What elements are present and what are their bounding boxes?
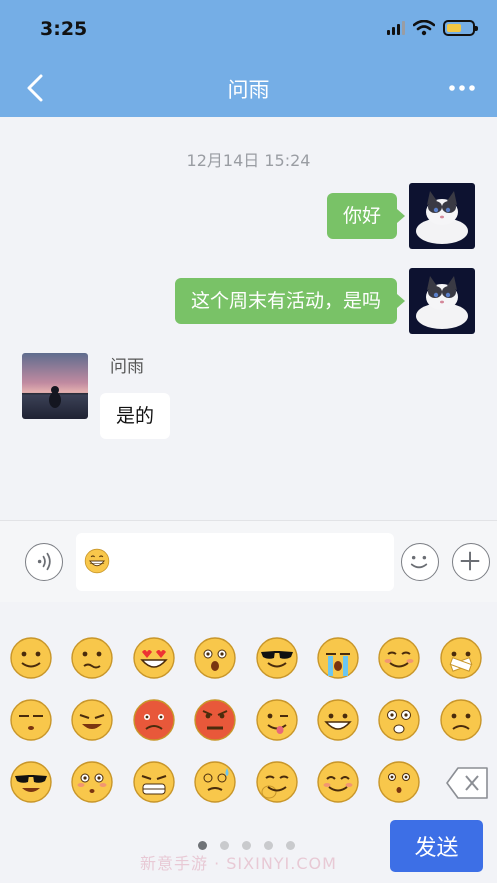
- chat-area[interactable]: 12月14日 15:24 你好 这个周末有活动，是吗 问雨 是的: [0, 117, 497, 520]
- embarrassed-emoji[interactable]: [70, 760, 114, 804]
- plus-button[interactable]: [452, 543, 490, 581]
- smile-emoji[interactable]: [9, 636, 53, 680]
- status-time: 3:25: [40, 18, 88, 40]
- contact-avatar[interactable]: [22, 353, 88, 419]
- sneaky-emoji[interactable]: [255, 760, 299, 804]
- cat-avatar-icon: [409, 268, 475, 334]
- sunglasses-evil-emoji[interactable]: [9, 760, 53, 804]
- page-dot[interactable]: [264, 841, 273, 850]
- signal-icon: [387, 21, 405, 35]
- shocked-emoji[interactable]: [377, 698, 421, 742]
- grinning-emoji: [84, 548, 110, 574]
- sealed-mouth-emoji[interactable]: [439, 636, 483, 680]
- message-timestamp: 12月14日 15:24: [186, 151, 311, 170]
- page-dot[interactable]: [242, 841, 251, 850]
- dizzy-sweat-emoji[interactable]: [193, 760, 237, 804]
- message-text: 你好: [342, 205, 381, 227]
- smart-emoji[interactable]: [377, 760, 421, 804]
- status-bar: 3:25: [0, 0, 497, 60]
- my-avatar[interactable]: [409, 183, 475, 249]
- page-dot[interactable]: [286, 841, 295, 850]
- heart-eyes-emoji[interactable]: [132, 636, 176, 680]
- battery-level: [447, 24, 462, 32]
- status-icons: [387, 20, 478, 36]
- input-bar: [0, 520, 497, 602]
- tongue-wink-emoji[interactable]: [255, 698, 299, 742]
- wronged-emoji[interactable]: [70, 636, 114, 680]
- sent-message-bubble[interactable]: 这个周末有活动，是吗: [174, 278, 406, 324]
- cool-sunglasses-emoji[interactable]: [255, 636, 299, 680]
- plus-icon: [460, 551, 480, 571]
- happy-emoji[interactable]: [316, 760, 360, 804]
- wifi-icon: [413, 20, 435, 36]
- sunset-avatar-icon: [22, 353, 88, 419]
- smiley-icon: [410, 555, 428, 569]
- big-grin-emoji[interactable]: [316, 698, 360, 742]
- watermark: 新意手游 · SIXINYI.COM: [140, 854, 337, 873]
- page-dot[interactable]: [220, 841, 229, 850]
- emoji-button[interactable]: [401, 543, 439, 581]
- crying-emoji[interactable]: [316, 636, 360, 680]
- sad-emoji[interactable]: [439, 698, 483, 742]
- surprised-emoji[interactable]: [193, 636, 237, 680]
- shy-emoji[interactable]: [377, 636, 421, 680]
- message-input[interactable]: [76, 533, 394, 591]
- sob-emoji[interactable]: [70, 698, 114, 742]
- emoji-panel: 新意手游 · SIXINYI.COM 发送: [0, 602, 497, 883]
- page-dot[interactable]: [198, 841, 207, 850]
- received-message-bubble[interactable]: 是的: [100, 393, 171, 439]
- message-text: 这个周末有活动，是吗: [190, 290, 381, 312]
- sleepy-emoji[interactable]: [9, 698, 53, 742]
- battery-icon: [443, 20, 478, 36]
- more-horizontal-icon[interactable]: [447, 76, 477, 100]
- page-indicator[interactable]: [198, 841, 295, 850]
- blush-angry-emoji[interactable]: [132, 698, 176, 742]
- message-text: 是的: [116, 405, 155, 427]
- voice-button[interactable]: [25, 543, 63, 581]
- page-title: 问雨: [227, 78, 270, 102]
- sender-name: 问雨: [110, 357, 144, 377]
- nav-bar: 问雨: [0, 60, 497, 117]
- voice-icon: [37, 552, 51, 571]
- grimace-emoji[interactable]: [132, 760, 176, 804]
- send-button[interactable]: 发送: [390, 820, 483, 872]
- angry-emoji[interactable]: [193, 698, 237, 742]
- sent-message-bubble[interactable]: 你好: [326, 193, 406, 239]
- cat-avatar-icon: [409, 183, 475, 249]
- backspace-icon[interactable]: [445, 766, 489, 800]
- my-avatar[interactable]: [409, 268, 475, 334]
